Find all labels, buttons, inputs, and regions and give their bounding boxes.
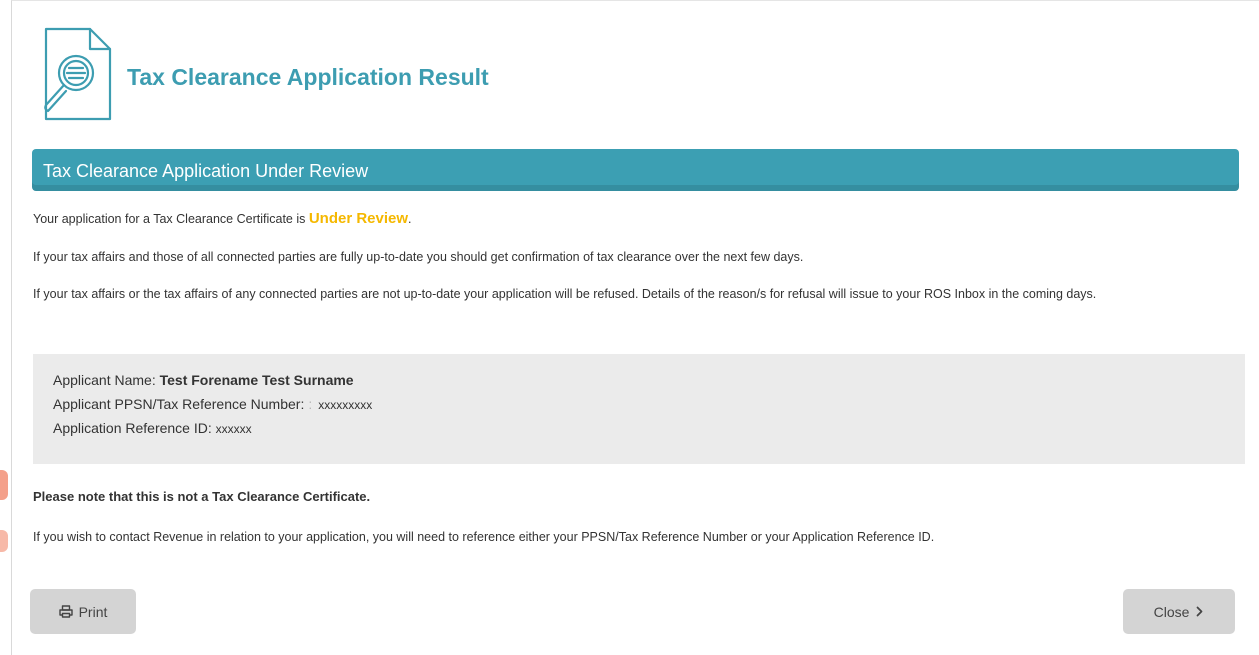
status-message: Your application for a Tax Clearance Cer… (33, 209, 1243, 229)
print-button-label: Print (78, 603, 108, 620)
contact-note: If you wish to contact Revenue in relati… (33, 530, 935, 544)
status-badge: Under Review (308, 210, 409, 227)
printer-icon (58, 605, 73, 618)
refusal-message: If your tax affairs or the tax affairs o… (33, 287, 1097, 301)
application-reference-row: Application Reference ID: xxxxxx (53, 416, 1245, 440)
applicant-ppsn-label: Applicant PPSN/Tax Reference Number: (53, 396, 305, 412)
applicant-name-label: Applicant Name: (53, 372, 156, 388)
document-search-icon (44, 27, 112, 121)
applicant-ppsn-row: Applicant PPSN/Tax Reference Number:: xxx… (53, 392, 1245, 416)
edge-decoration (0, 470, 8, 500)
status-message-prefix: Your application for a Tax Clearance Cer… (33, 212, 309, 226)
edge-decoration (0, 530, 8, 552)
close-button-label: Close (1153, 603, 1190, 620)
applicant-name-row: Applicant Name: Test Forename Test Surna… (53, 368, 1245, 392)
applicant-ppsn-value: xxxxxxxxx (318, 398, 373, 412)
chevron-right-icon (1196, 606, 1203, 617)
applicant-name-value: Test Forename Test Surname (159, 372, 354, 388)
status-heading-bar: Tax Clearance Application Under Review (32, 149, 1239, 191)
close-button[interactable]: Close (1123, 589, 1235, 634)
applicant-details-box: Applicant Name: Test Forename Test Surna… (33, 354, 1245, 464)
print-button[interactable]: Print (30, 589, 136, 634)
application-reference-value: xxxxxx (215, 422, 252, 436)
application-reference-label: Application Reference ID: (53, 420, 212, 436)
status-message-suffix: . (408, 212, 412, 226)
applicant-ppsn-separator: : (308, 396, 313, 412)
not-certificate-note: Please note that this is not a Tax Clear… (33, 489, 371, 504)
result-panel: Tax Clearance Application Result Tax Cle… (11, 0, 1259, 655)
page-header: Tax Clearance Application Result (36, 25, 636, 125)
page-title: Tax Clearance Application Result (127, 64, 489, 90)
up-to-date-message: If your tax affairs and those of all con… (33, 250, 804, 264)
